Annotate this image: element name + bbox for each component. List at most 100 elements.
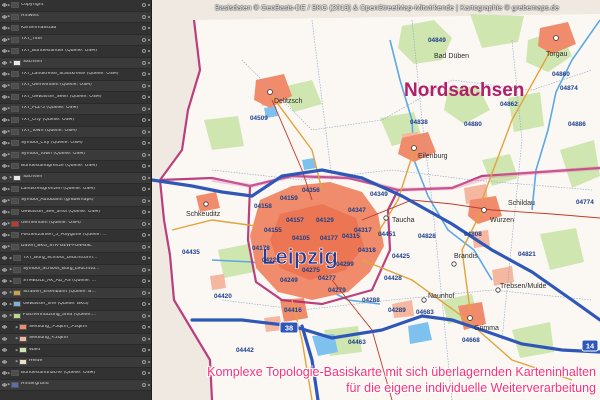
layer-row[interactable]: ▶ Sachsen bbox=[0, 57, 151, 69]
layer-row[interactable]: ▶ TXT_Burg_Schloss_Leuchtturm... bbox=[0, 253, 151, 265]
visibility-eye-icon[interactable] bbox=[2, 348, 7, 352]
layer-row[interactable]: ▶ SYMBOLE_AK_AD_AS (Quelle: ... bbox=[0, 276, 151, 288]
layer-thumbnail bbox=[11, 140, 19, 147]
layer-name: Wald bbox=[29, 347, 41, 352]
map-canvas[interactable]: 38 14 Nordsachsen Leipzig Delitzsch Eile… bbox=[152, 0, 600, 400]
layer-row[interactable]: ▶ Hinweis bbox=[0, 11, 151, 23]
layer-row[interactable]: ▶ Symbol_Town (Quelle: OSM) bbox=[0, 149, 151, 161]
layer-row[interactable]: ▶ Symbol_Autobahn (grebemaps) bbox=[0, 195, 151, 207]
layer-row[interactable]: ▶ Sachsen bbox=[0, 172, 151, 184]
target-ring-icon[interactable] bbox=[142, 106, 146, 111]
target-ring-icon[interactable] bbox=[142, 267, 146, 272]
layer-name: Landkreisgrenzen (Quelle: OSM) bbox=[21, 186, 96, 191]
layer-name: Postleitzahlen_5_Polygone (Quelle: ... bbox=[21, 232, 107, 237]
layer-row[interactable]: ▶ Daten_BKG_STR-GEW-FUN-BSL bbox=[0, 241, 151, 253]
layer-name: Symbol_Autobahn (grebemaps) bbox=[21, 198, 94, 203]
visibility-eye-icon[interactable] bbox=[2, 291, 7, 295]
visibility-eye-icon[interactable] bbox=[2, 268, 7, 272]
layer-row[interactable]: ▶ Flächennutzung_area (Quelle:... bbox=[0, 310, 151, 322]
layer-row[interactable]: ▶ Wald bbox=[0, 345, 151, 357]
target-ring-icon[interactable] bbox=[142, 244, 146, 249]
target-ring-icon[interactable] bbox=[142, 187, 146, 192]
layer-name: Kartenmaßstab bbox=[21, 25, 57, 30]
target-ring-icon[interactable] bbox=[142, 290, 146, 295]
layer-row[interactable]: ▶ TXT_Titel bbox=[0, 34, 151, 46]
visibility-eye-icon[interactable] bbox=[2, 256, 7, 260]
layer-row[interactable]: ▶ Kartenmaßstab bbox=[0, 23, 151, 35]
layer-thumbnail bbox=[13, 312, 21, 319]
target-ring-icon[interactable] bbox=[142, 14, 146, 19]
visibility-eye-icon[interactable] bbox=[2, 176, 7, 180]
target-ring-icon[interactable] bbox=[142, 72, 146, 77]
target-ring-icon[interactable] bbox=[142, 336, 146, 341]
layer-row[interactable]: ▶ TXT_Gewässer_Seen (Quelle: OSM) bbox=[0, 92, 151, 104]
visibility-eye-icon[interactable] bbox=[2, 61, 7, 65]
target-ring-icon[interactable] bbox=[142, 256, 146, 261]
layer-row[interactable]: ▶ TXT_Bundesländer (Quelle: OSM) bbox=[0, 46, 151, 58]
layer-row[interactable]: ▶ Symbol_City (Quelle: OSM) bbox=[0, 138, 151, 150]
visibility-eye-icon[interactable] bbox=[2, 314, 7, 318]
target-ring-icon[interactable] bbox=[142, 382, 146, 387]
layer-row[interactable]: ▶ TXT_PLZ-5 (Quelle: OSM) bbox=[0, 103, 151, 115]
target-ring-icon[interactable] bbox=[142, 210, 146, 215]
layer-row[interactable]: ▶ Copyright bbox=[0, 0, 151, 12]
town-label-torgau: Torgau bbox=[546, 51, 568, 58]
target-ring-icon[interactable] bbox=[142, 83, 146, 88]
postcode-label: 04289 bbox=[388, 307, 406, 314]
target-ring-icon[interactable] bbox=[142, 233, 146, 238]
town-label-eilenburg: Eilenburg bbox=[418, 153, 448, 160]
layer-row[interactable]: ▶ TXT_Landkreise_Stadtkreise (Quelle: OSM… bbox=[0, 69, 151, 81]
selection-square-icon bbox=[148, 96, 150, 99]
visibility-eye-icon[interactable] bbox=[2, 325, 7, 329]
visibility-eye-icon[interactable] bbox=[2, 302, 7, 306]
target-ring-icon[interactable] bbox=[142, 37, 146, 42]
layer-row[interactable]: ▶ TXT_Gemeinden (Quelle: OSM) bbox=[0, 80, 151, 92]
layer-row[interactable]: ▶ Straßen_Eisenbahn (Quelle: B... bbox=[0, 287, 151, 299]
layer-row[interactable]: ▶ Landkreisgrenzen (Quelle: OSM) bbox=[0, 184, 151, 196]
layer-row[interactable]: ▶ Siedlung_>5qkm_>2qkm bbox=[0, 322, 151, 334]
visibility-eye-icon[interactable] bbox=[2, 337, 7, 341]
layer-row[interactable]: ▶ Gemeinden (Quelle: OSM) bbox=[0, 218, 151, 230]
layer-row[interactable]: ▶ Gewässer_See_area (Quelle: OSM) bbox=[0, 207, 151, 219]
layer-name: Heide bbox=[29, 359, 43, 364]
target-ring-icon[interactable] bbox=[142, 3, 146, 8]
layer-row[interactable]: ▶ Bundeslandfläche (Quelle: OSM) bbox=[0, 368, 151, 380]
layer-row[interactable]: ▶ TXT_City (Quelle: OSM) bbox=[0, 115, 151, 127]
target-ring-icon[interactable] bbox=[142, 164, 146, 169]
layer-row[interactable]: ▶ Heide bbox=[0, 356, 151, 368]
layer-row[interactable]: ▶ Hintergrund bbox=[0, 379, 151, 391]
target-ring-icon[interactable] bbox=[142, 152, 146, 157]
layer-row[interactable]: ▶ Symbol_Schloss_Burg_Leuchttu... bbox=[0, 264, 151, 276]
target-ring-icon[interactable] bbox=[142, 175, 146, 180]
layer-row[interactable]: ▶ Gewässer_line (Quelle: BKG) bbox=[0, 299, 151, 311]
target-ring-icon[interactable] bbox=[142, 359, 146, 364]
target-ring-icon[interactable] bbox=[142, 313, 146, 318]
target-ring-icon[interactable] bbox=[142, 49, 146, 54]
layer-thumbnail bbox=[13, 278, 21, 285]
target-ring-icon[interactable] bbox=[142, 26, 146, 31]
target-ring-icon[interactable] bbox=[142, 95, 146, 100]
target-ring-icon[interactable] bbox=[142, 279, 146, 284]
target-ring-icon[interactable] bbox=[142, 302, 146, 307]
target-ring-icon[interactable] bbox=[142, 129, 146, 134]
target-ring-icon[interactable] bbox=[142, 198, 146, 203]
selection-square-icon bbox=[148, 4, 150, 7]
layer-row[interactable]: ▶ Siedlung_<2qkm bbox=[0, 333, 151, 345]
target-ring-icon[interactable] bbox=[142, 141, 146, 146]
layer-row[interactable]: ▶ Postleitzahlen_5_Polygone (Quelle: ... bbox=[0, 230, 151, 242]
visibility-eye-icon[interactable] bbox=[2, 360, 7, 364]
target-ring-icon[interactable] bbox=[142, 325, 146, 330]
target-ring-icon[interactable] bbox=[142, 60, 146, 65]
selection-square-icon bbox=[148, 188, 150, 191]
postcode-label: 04849 bbox=[428, 37, 446, 44]
layer-row[interactable]: ▶ Bundeslandgrenze (Quelle: OSM) bbox=[0, 161, 151, 173]
target-ring-icon[interactable] bbox=[142, 118, 146, 123]
target-ring-icon[interactable] bbox=[142, 221, 146, 226]
selection-square-icon bbox=[148, 130, 150, 133]
layer-thumbnail bbox=[13, 266, 21, 273]
visibility-eye-icon[interactable] bbox=[2, 279, 7, 283]
target-ring-icon[interactable] bbox=[142, 371, 146, 376]
layer-row[interactable]: ▶ TXT_Town (Quelle: OSM) bbox=[0, 126, 151, 138]
target-ring-icon[interactable] bbox=[142, 348, 146, 353]
selection-square-icon bbox=[148, 107, 150, 110]
